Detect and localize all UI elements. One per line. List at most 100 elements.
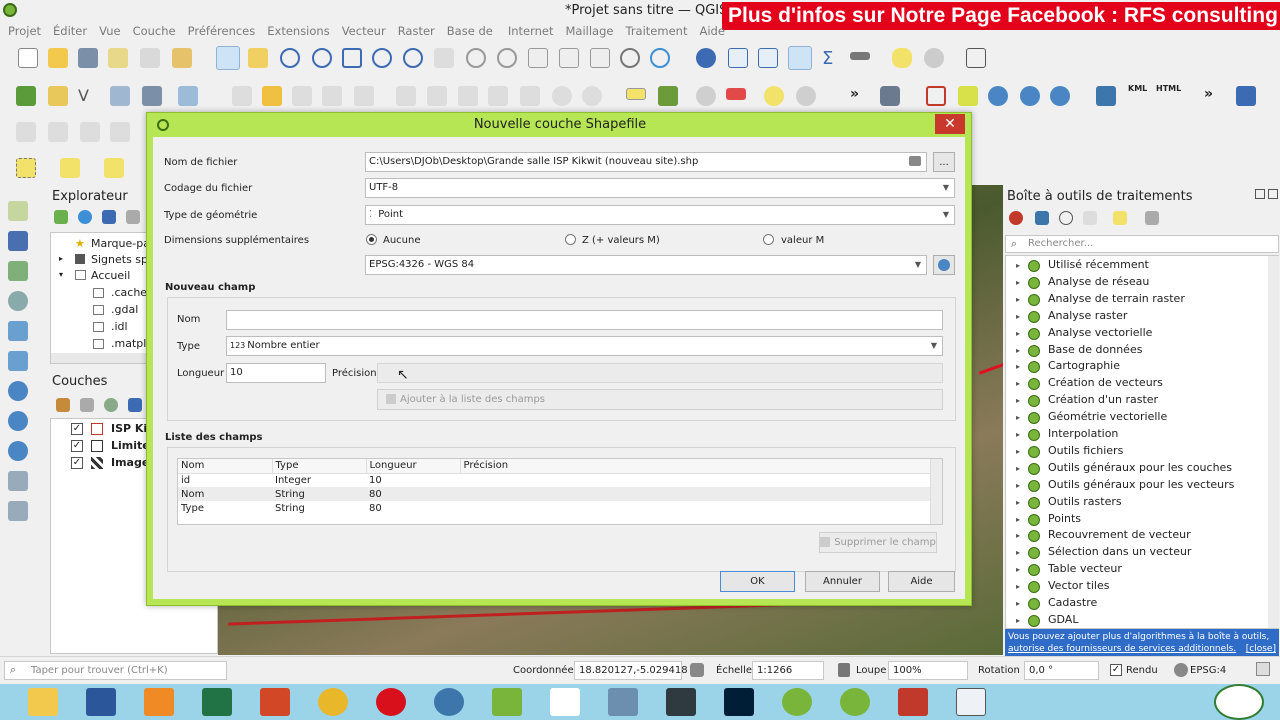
statistics-sum-icon[interactable]: Σ bbox=[822, 48, 833, 69]
opera-icon[interactable] bbox=[376, 688, 406, 716]
select-by-value-icon[interactable] bbox=[60, 158, 80, 178]
toolbox-group-item[interactable]: Outils généraux pour les couches bbox=[1048, 461, 1232, 478]
toolbox-group-item[interactable]: Vector tiles bbox=[1048, 579, 1109, 596]
add-wcs-icon[interactable] bbox=[8, 441, 28, 461]
refresh-icon[interactable] bbox=[650, 48, 670, 68]
locator-input[interactable]: ⌕ Taper pour trouver (Ctrl+K) bbox=[4, 661, 227, 680]
new-project-icon[interactable] bbox=[18, 48, 38, 68]
close-dialog-button[interactable]: ✕ bbox=[935, 114, 965, 134]
menu-vecteur[interactable]: Vecteur bbox=[342, 22, 386, 40]
globe-search-icon[interactable] bbox=[1050, 86, 1070, 106]
cut-features-icon[interactable] bbox=[458, 86, 478, 106]
menu-internet[interactable]: Internet bbox=[508, 22, 554, 40]
toolbox-group-item[interactable]: Analyse vectorielle bbox=[1048, 326, 1152, 343]
toolbox-group-item[interactable]: Cartographie bbox=[1048, 359, 1120, 376]
table-row[interactable]: Nom String 80 bbox=[178, 487, 942, 501]
v-scrollbar[interactable] bbox=[1268, 256, 1279, 628]
field-type-select[interactable]: 123 Nombre entier bbox=[226, 336, 943, 356]
identify-icon[interactable] bbox=[696, 48, 716, 68]
new-geopackage-icon[interactable] bbox=[48, 86, 68, 106]
browser-item-idl[interactable]: .idl bbox=[111, 320, 128, 333]
ok-button[interactable]: OK bbox=[720, 571, 795, 592]
dim-none-label[interactable]: Aucune bbox=[383, 235, 421, 246]
filename-input[interactable]: C:\Users\DJOb\Desktop\Grande salle ISP K… bbox=[365, 152, 927, 172]
excel-icon[interactable] bbox=[202, 688, 232, 716]
bookmark-icon[interactable] bbox=[590, 48, 610, 68]
scale-select[interactable]: 1:1266 bbox=[752, 661, 824, 680]
toolbox-group-item[interactable]: Outils rasters bbox=[1048, 495, 1122, 512]
lock-icon[interactable] bbox=[838, 663, 850, 677]
python-console-icon[interactable] bbox=[1096, 86, 1116, 106]
digitize-vertex-icon[interactable]: V bbox=[78, 86, 89, 105]
expand-arrow-icon[interactable]: ▸ bbox=[1016, 616, 1020, 625]
layer-checkbox[interactable]: ✓ bbox=[71, 457, 83, 469]
browser-item-gdal[interactable]: .gdal bbox=[111, 303, 138, 316]
menu-editer[interactable]: Éditer bbox=[53, 22, 87, 40]
toolbox-group-item[interactable]: Création d'un raster bbox=[1048, 393, 1158, 410]
qgis-instance-icon[interactable] bbox=[782, 688, 812, 716]
database-icon[interactable] bbox=[880, 86, 900, 106]
delete-selected-icon[interactable] bbox=[427, 86, 447, 106]
field-name-input[interactable] bbox=[226, 310, 943, 330]
crs-select[interactable]: EPSG:4326 - WGS 84 bbox=[365, 255, 927, 275]
table-row[interactable]: id Integer 10 bbox=[178, 473, 942, 487]
add-virtual-icon[interactable] bbox=[8, 351, 28, 371]
expand-arrow-icon[interactable]: ▸ bbox=[1016, 481, 1020, 490]
toolbox-group-item[interactable]: Table vecteur bbox=[1048, 562, 1122, 579]
pdf-icon[interactable] bbox=[898, 688, 928, 716]
save-as-icon[interactable] bbox=[108, 48, 128, 68]
document-icon[interactable] bbox=[550, 688, 580, 716]
measure-icon[interactable] bbox=[850, 52, 870, 60]
toolbox-group-item[interactable]: Création de vecteurs bbox=[1048, 376, 1163, 393]
toolbox-group-item[interactable]: Géométrie vectorielle bbox=[1048, 410, 1167, 427]
open-project-icon[interactable] bbox=[48, 48, 68, 68]
settings-icon[interactable] bbox=[924, 48, 944, 68]
expand-arrow-icon[interactable]: ▸ bbox=[1016, 278, 1020, 287]
expand-arrow-icon[interactable]: ▸ bbox=[1016, 295, 1020, 304]
add-layer-vertex-icon[interactable] bbox=[8, 471, 28, 491]
menu-couche[interactable]: Couche bbox=[133, 22, 176, 40]
rotation-input[interactable]: 0,0 ° bbox=[1024, 661, 1099, 680]
menu-projet[interactable]: Projet bbox=[8, 22, 41, 40]
add-delimited-text-icon[interactable] bbox=[8, 291, 28, 311]
history-icon[interactable] bbox=[1059, 211, 1073, 225]
zoom-layer-icon[interactable] bbox=[403, 48, 423, 68]
col-header-precision[interactable]: Précision bbox=[460, 459, 942, 474]
zoom-in-icon[interactable] bbox=[280, 48, 300, 68]
expand-arrow-icon[interactable]: ▸ bbox=[1016, 362, 1020, 371]
temporal-icon[interactable] bbox=[620, 48, 640, 68]
browse-file-button[interactable]: ... bbox=[933, 152, 955, 172]
virtual-layer-icon[interactable] bbox=[178, 86, 198, 106]
chrome-icon[interactable] bbox=[318, 688, 348, 716]
expand-arrow-icon[interactable]: ▸ bbox=[1016, 346, 1020, 355]
info-close-link[interactable]: [close] bbox=[1246, 643, 1276, 655]
expand-arrow-icon[interactable]: ▸ bbox=[1016, 531, 1020, 540]
vlc-icon[interactable] bbox=[144, 688, 174, 716]
attribute-table-icon[interactable] bbox=[728, 48, 748, 68]
paste-features-icon[interactable] bbox=[520, 86, 540, 106]
expand-arrow-icon[interactable]: ▸ bbox=[1016, 498, 1020, 507]
modify-attributes-icon[interactable] bbox=[396, 86, 416, 106]
pan-to-selection-icon[interactable] bbox=[248, 48, 268, 68]
precision-input[interactable] bbox=[377, 363, 943, 383]
toolbox-group-item[interactable]: Outils généraux pour les vecteurs bbox=[1048, 478, 1234, 495]
delete-field-button[interactable]: Supprimer le champ bbox=[819, 532, 937, 553]
add-spatialite-icon[interactable] bbox=[8, 321, 28, 341]
zoom-last-icon[interactable] bbox=[466, 48, 486, 68]
toolbox-group-item[interactable]: Points bbox=[1048, 512, 1081, 529]
clear-field-icon[interactable] bbox=[909, 156, 921, 166]
highlight-labels-icon[interactable] bbox=[726, 88, 746, 100]
expand-arrow-icon[interactable]: ▸ bbox=[1016, 396, 1020, 405]
toolbox-group-item[interactable]: Cadastre bbox=[1048, 596, 1097, 613]
dim-z-label[interactable]: Z (+ valeurs M) bbox=[582, 235, 660, 246]
field-calculator-icon[interactable] bbox=[758, 48, 778, 68]
layers-filter-icon[interactable] bbox=[128, 398, 142, 412]
table-scrollbar[interactable] bbox=[930, 459, 942, 524]
layout-manager-icon[interactable] bbox=[172, 48, 192, 68]
new-map-view-icon[interactable] bbox=[528, 48, 548, 68]
dim-m-label[interactable]: valeur M bbox=[781, 235, 824, 246]
undo-icon[interactable] bbox=[552, 86, 572, 106]
geometry-select[interactable]: ⁚ Point bbox=[365, 205, 955, 225]
crs-status-icon[interactable] bbox=[1174, 663, 1188, 677]
col-header-name[interactable]: Nom bbox=[178, 459, 273, 474]
